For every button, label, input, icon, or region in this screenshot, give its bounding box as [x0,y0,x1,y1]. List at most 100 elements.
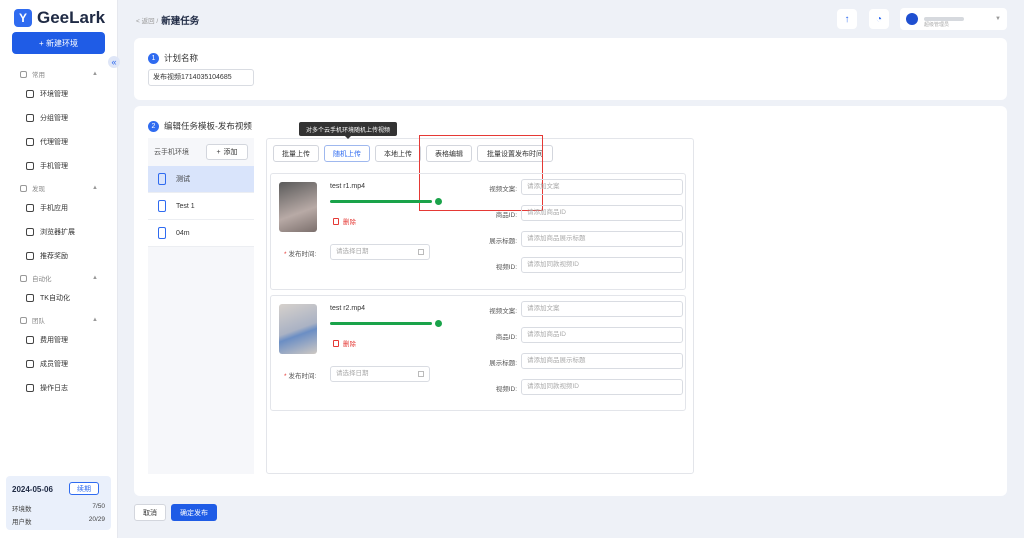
phone-icon [158,227,166,239]
delete-label: 删除 [343,219,356,226]
user-menu[interactable]: 超级管理员 ▼ [900,8,1007,30]
edit-section-title: 2 编辑任务模板-发布视频 [148,120,252,132]
sidebar-item-billing[interactable]: 费用管理 [0,328,118,352]
chevron-up-icon: ▲ [92,275,98,281]
env-panel-header: 云手机环境 + 添加 [148,138,254,166]
section-label: 编辑任务模板-发布视频 [164,121,252,131]
delete-button[interactable]: 删除 [333,338,356,348]
sidebar-item-tk-automation[interactable]: TK自动化 [0,286,118,310]
chevron-up-icon: ▲ [92,317,98,323]
nav-group-label: 自动化 [32,276,52,283]
product-id-input[interactable]: 请添加商品ID [521,205,683,221]
date-placeholder: 请选择日期 [336,248,369,255]
caption-input[interactable]: 请添加文案 [521,301,683,317]
sidebar-item-group-manage[interactable]: 分组管理 [0,106,118,130]
team-icon [20,316,27,324]
tab-local-upload[interactable]: 本地上传 [375,145,421,162]
plan-section-title: 1 计划名称 [148,52,198,64]
sidebar-item-phone-apps[interactable]: 手机应用 [0,196,118,220]
upload-progress-bar [330,200,432,203]
display-title-input[interactable]: 请添加商品展示标题 [521,353,683,369]
logo: Y GeeLark [14,8,105,28]
sidebar-item-label: 浏览器扩展 [40,229,75,236]
delete-button[interactable]: 删除 [333,216,356,226]
nav-group-label: 团队 [32,318,45,325]
phone-icon [26,162,34,170]
sidebar-item-logs[interactable]: 操作日志 [0,376,118,400]
sidebar-item-members[interactable]: 成员管理 [0,352,118,376]
sidebar-nav: 常用 ▲ 环境管理 分组管理 代理管理 手机管理 发现 ▲ 手机应用 浏览器扩展 推… [0,64,118,400]
publish-time-text: 发布时间: [288,251,317,258]
video-id-input[interactable]: 请添加同款视频ID [521,379,683,395]
step-number: 2 [148,120,159,132]
sidebar-item-browser-ext[interactable]: 浏览器扩展 [0,220,118,244]
back-link[interactable]: < 返回 / [136,15,158,25]
publish-date-input[interactable]: 请选择日期 [330,366,430,382]
env-item[interactable]: 04m [148,220,254,247]
plan-expiry-date: 2024-05-06 [12,485,53,494]
proxy-icon [26,138,34,146]
chevron-up-icon: ▲ [92,71,98,77]
edit-template-card: 2 编辑任务模板-发布视频 云手机环境 + 添加 测试 Test 1 04m 批量… [134,106,1007,496]
upload-arrow-icon[interactable]: ↑ [837,9,857,29]
members-icon [26,360,34,368]
cancel-button[interactable]: 取消 [134,504,166,521]
app-icon [26,204,34,212]
sidebar-item-referral[interactable]: 推荐奖励 [0,244,118,268]
plan-usage-card: 2024-05-06 续期 环境数 7/50 用户数 20/29 [6,476,111,530]
calendar-icon [418,371,424,377]
nav-group-team[interactable]: 团队 ▲ [0,312,118,328]
trash-icon [333,339,339,347]
plan-name-card: 1 计划名称 发布视频1714035104685 [134,38,1007,100]
sidebar-item-label: 费用管理 [40,337,68,344]
renew-button[interactable]: 续期 [69,482,99,495]
automation-icon [20,274,27,282]
nav-group-label: 常用 [32,72,45,79]
billing-icon [26,336,34,344]
sidebar-item-label: 操作日志 [40,385,68,392]
date-placeholder: 请选择日期 [336,370,369,377]
field-label: 视频ID: [495,264,517,271]
add-env-button[interactable]: + 添加 [206,144,248,160]
new-environment-button[interactable]: + 新建环境 [12,32,105,54]
field-label: 商品ID: [495,334,517,341]
video-id-input[interactable]: 请添加同款视频ID [521,257,683,273]
nav-group-automation[interactable]: 自动化 ▲ [0,270,118,286]
upload-progress-bar [330,322,432,325]
sidebar-item-label: 手机应用 [40,205,68,212]
geelark-logo-icon: Y [14,9,32,27]
plus-icon: + [216,148,221,156]
brand-name: GeeLark [37,8,106,27]
sidebar-item-env-manage[interactable]: 环境管理 [0,82,118,106]
tiktok-icon [26,294,34,302]
video-thumbnail[interactable] [279,304,317,354]
sidebar-item-label: 手机管理 [40,163,68,170]
caption-input[interactable]: 请添加文案 [521,179,683,195]
tooltip-arrow [345,136,351,139]
display-title-input[interactable]: 请添加商品展示标题 [521,231,683,247]
publish-date-input[interactable]: 请选择日期 [330,244,430,260]
discover-icon [20,184,27,192]
add-label: 添加 [223,149,238,156]
tab-batch-upload[interactable]: 批量上传 [273,145,319,162]
sidebar-item-label: 环境管理 [40,91,68,98]
plan-name-input[interactable]: 发布视频1714035104685 [148,69,254,86]
sidebar-item-proxy-manage[interactable]: 代理管理 [0,130,118,154]
bell-icon[interactable]: ◔ [869,9,889,29]
sidebar: Y GeeLark + 新建环境 « 常用 ▲ 环境管理 分组管理 代理管理 手机… [0,0,120,538]
env-item[interactable]: Test 1 [148,193,254,220]
nav-group-label: 发现 [32,186,45,193]
product-id-input[interactable]: 请添加商品ID [521,327,683,343]
tab-random-upload[interactable]: 随机上传 [324,145,370,162]
env-item[interactable]: 测试 [148,166,254,193]
trash-icon [333,217,339,225]
field-label: 展示标题: [489,360,517,367]
user-count-label: 用户数 [12,519,32,526]
field-label: 展示标题: [489,238,517,245]
env-item-label: Test 1 [176,202,195,210]
video-thumbnail[interactable] [279,182,317,232]
sidebar-item-phone-manage[interactable]: 手机管理 [0,154,118,178]
nav-group-discover[interactable]: 发现 ▲ [0,180,118,196]
confirm-publish-button[interactable]: 确定发布 [171,504,217,521]
nav-group-common[interactable]: 常用 ▲ [0,66,118,82]
